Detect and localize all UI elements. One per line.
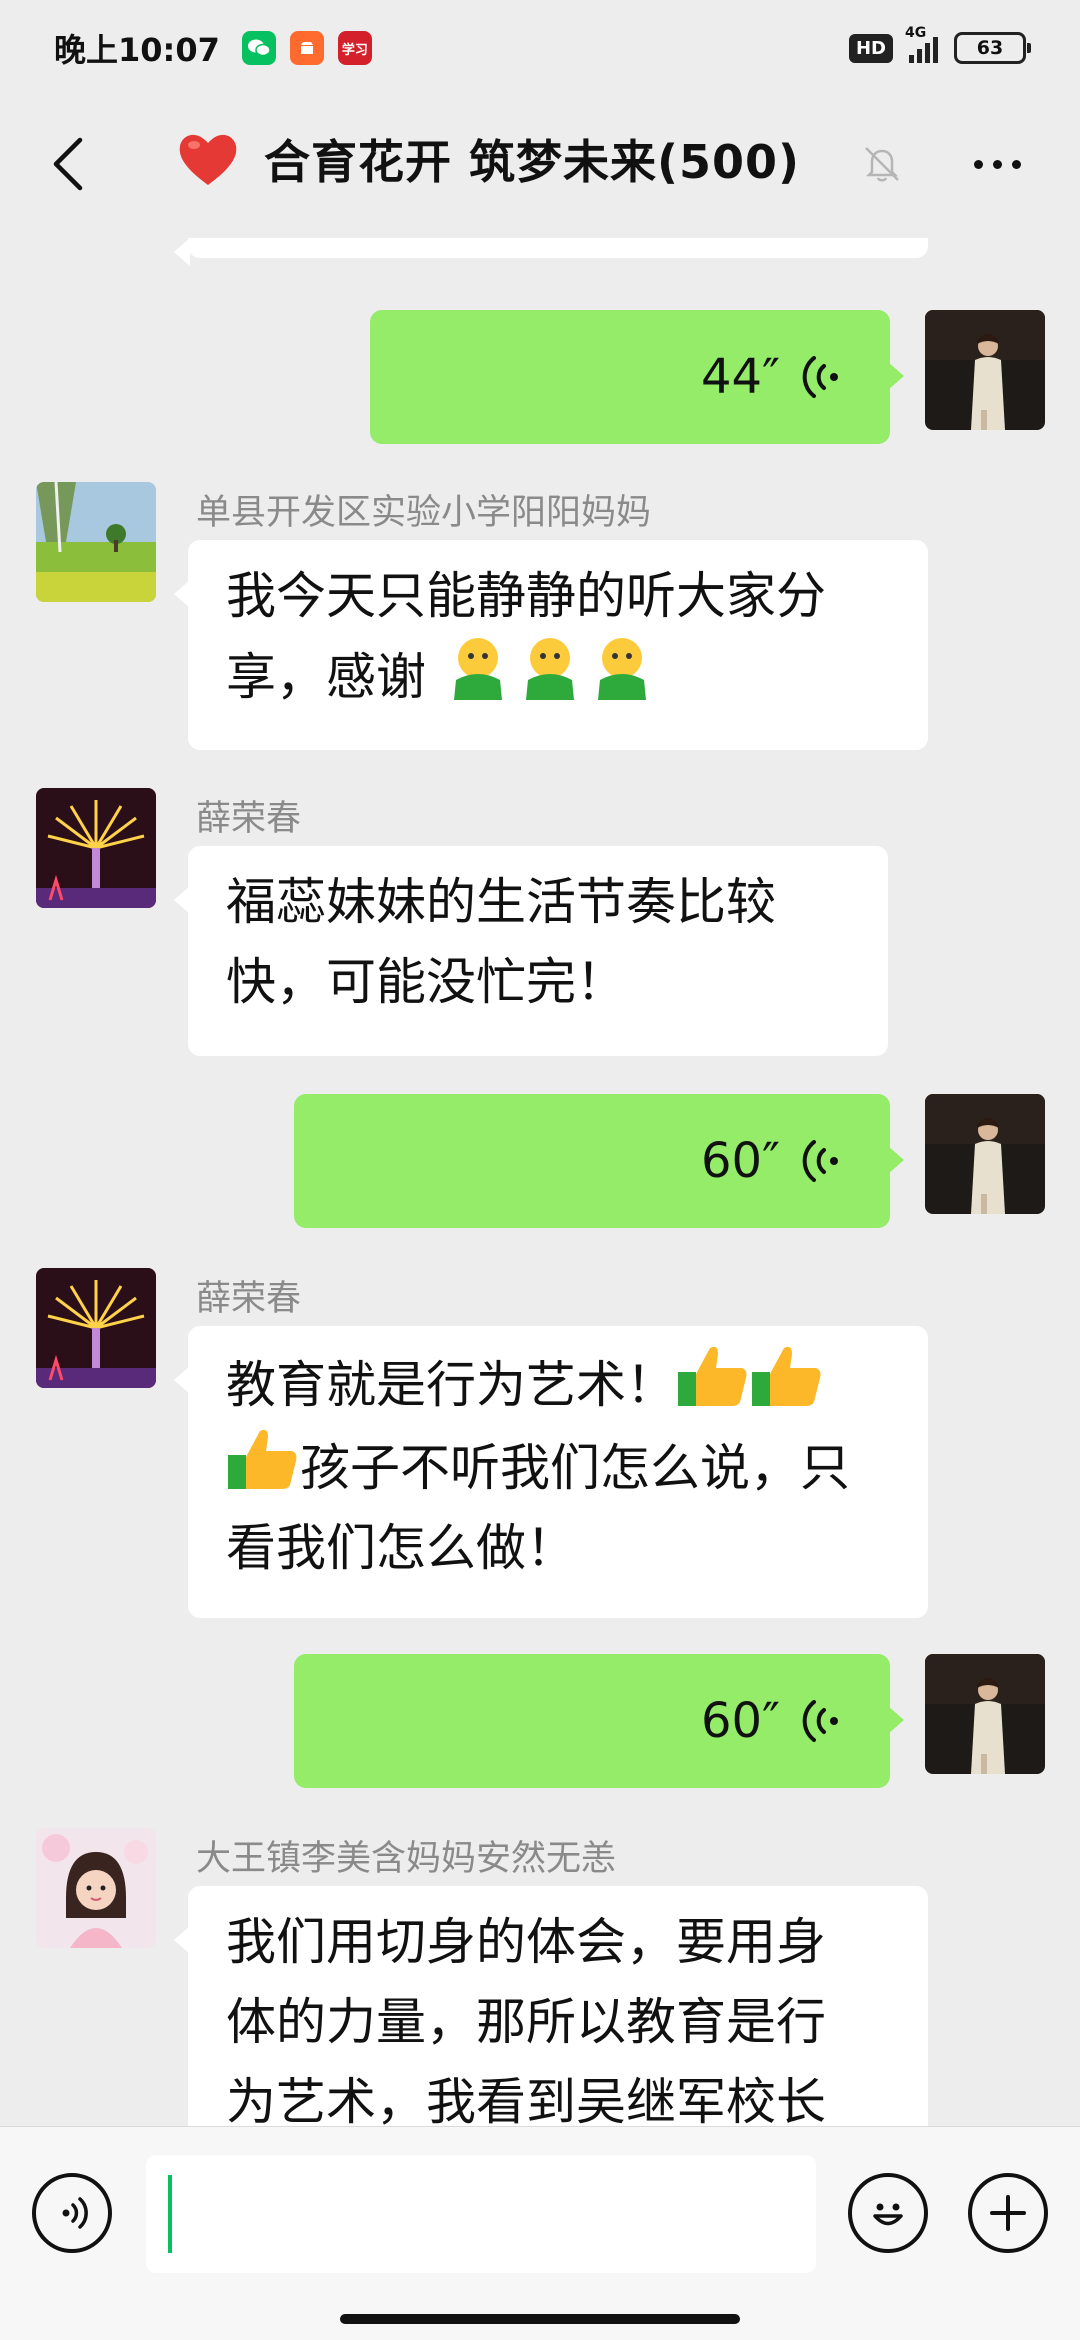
girl-photo-icon [36,1828,156,1948]
emoji-button[interactable] [848,2173,928,2253]
battery-level: 63 [976,37,1004,59]
sender-avatar[interactable] [36,1268,156,1388]
message-line-with-emoji: 孩子不听我们怎么说，只 [226,1425,890,1508]
status-time: 晚上10:07 [54,31,220,69]
message-line: 为艺术，我看到吴继军校长 [226,2073,826,2126]
battery-icon: 63 [954,32,1031,64]
sender-name: 单县开发区实验小学阳阳妈妈 [196,493,652,533]
smile-emoji-icon [453,638,502,700]
voice-input-button[interactable] [32,2173,112,2253]
message-line-text: 享，感谢 [226,648,426,706]
title-wrap: 合育花开 筑梦未来(500) [176,126,800,192]
status-right: HD 4G 63 [848,25,1031,64]
person-photo-icon [925,1654,1045,1774]
my-avatar[interactable] [925,1094,1045,1214]
text-message-bubble[interactable]: 教育就是行为艺术！ 孩子不听我们怎么说，只 看我们怎么做！ [174,1326,928,1618]
message-line-with-emoji: 教育就是行为艺术！ [226,1342,890,1425]
more-functions-button[interactable] [968,2173,1048,2253]
sender-avatar[interactable] [36,1828,156,1948]
chat-title: 合育花开 筑梦未来(500) [264,135,801,189]
home-indicator[interactable] [340,2314,740,2324]
smile-icon [873,2203,903,2226]
text-message-bubble[interactable]: 我们用切身的体会，要用身 体的力量，那所以教育是行 为艺术，我看到吴继军校长 [174,1886,928,2126]
dot-icon [1011,159,1021,169]
voice-duration: 60″ [700,1133,780,1189]
smile-emoji-icon [597,638,646,700]
chevron-left-icon [53,137,83,191]
message-line: 快，可能没忙完！ [226,953,626,1011]
voice-wave-icon [802,1700,838,1742]
text-message-bubble[interactable]: 我今天只能静静的听大家分 享，感谢 [174,540,928,750]
fireworks-photo-icon [36,1268,156,1388]
emoji-row [426,638,658,706]
sender-name: 大王镇李美含妈妈安然无恙 [196,1839,617,1879]
hd-icon: HD [848,33,893,63]
voice-wave-icon [802,1140,838,1182]
muted-bell-icon [865,147,899,182]
message-line: 我们用切身的体会，要用身 [226,1913,826,1971]
plus-icon [990,2195,1026,2231]
sender-name: 薛荣春 [196,799,302,839]
voice-mode-icon [62,2197,88,2229]
dot-icon [973,159,983,169]
back-button[interactable] [38,134,98,194]
voice-message-bubble[interactable]: 60″ [294,1094,904,1228]
status-app-icons: 学习 [241,31,372,65]
message-list[interactable]: 44″ 单县开发区实验小学阳阳妈妈 我今天只能静静的听大家分 享，感谢 薛荣春 … [0,238,1080,2126]
message-line: 福蕊妹妹的生活节奏比较 [226,873,776,931]
fireworks-photo-icon [36,788,156,908]
study-app-notification-icon: 学习 [337,31,372,65]
my-avatar[interactable] [925,310,1045,430]
thumbs-up-emoji-icon [752,1346,821,1406]
signal-icon: 4G [905,25,938,63]
network-type: 4G [905,25,927,41]
voice-message-bubble[interactable]: 44″ [370,310,904,444]
message-line: 看我们怎么做！ [226,1519,576,1577]
voice-duration: 44″ [700,349,780,405]
voice-message-bubble[interactable]: 60″ [294,1654,904,1788]
heart-icon [179,134,237,185]
message-line-with-emoji: 享，感谢 [226,636,890,717]
dot-icon [992,159,1002,169]
my-avatar[interactable] [925,1654,1045,1774]
chat-header: 合育花开 筑梦未来(500) [0,96,1080,238]
sender-avatar[interactable] [36,482,156,602]
person-photo-icon [925,310,1045,430]
text-cursor [168,2175,172,2253]
person-photo-icon [925,1094,1045,1214]
text-message-bubble[interactable]: 福蕊妹妹的生活节奏比较 快，可能没忙完！ [174,846,888,1056]
input-bar [0,2126,1080,2340]
voice-wave-icon [802,356,838,398]
sender-name: 薛荣春 [196,1279,302,1319]
thumbs-up-emoji-icon [678,1346,747,1406]
thumbs-up-emoji-icon [228,1429,297,1489]
message-line: 我今天只能静静的听大家分 [226,567,826,625]
message-bubble-partial[interactable] [174,238,928,266]
wechat-notification-icon [241,31,276,65]
message-input[interactable] [146,2155,816,2273]
study-app-glyph: 学习 [341,42,368,58]
sender-avatar[interactable] [36,788,156,908]
voice-duration: 60″ [700,1693,780,1749]
smile-emoji-icon [525,638,574,700]
message-line-text: 教育就是行为艺术！ [226,1356,676,1414]
status-bar: 晚上10:07 学习 HD 4G 63 [0,0,1080,96]
more-options-button[interactable] [962,140,1032,188]
message-line: 体的力量，那所以教育是行 [226,1993,826,2051]
message-line-text: 孩子不听我们怎么说，只 [300,1439,850,1497]
landscape-photo-icon [36,482,156,602]
shop-notification-icon [289,31,324,65]
